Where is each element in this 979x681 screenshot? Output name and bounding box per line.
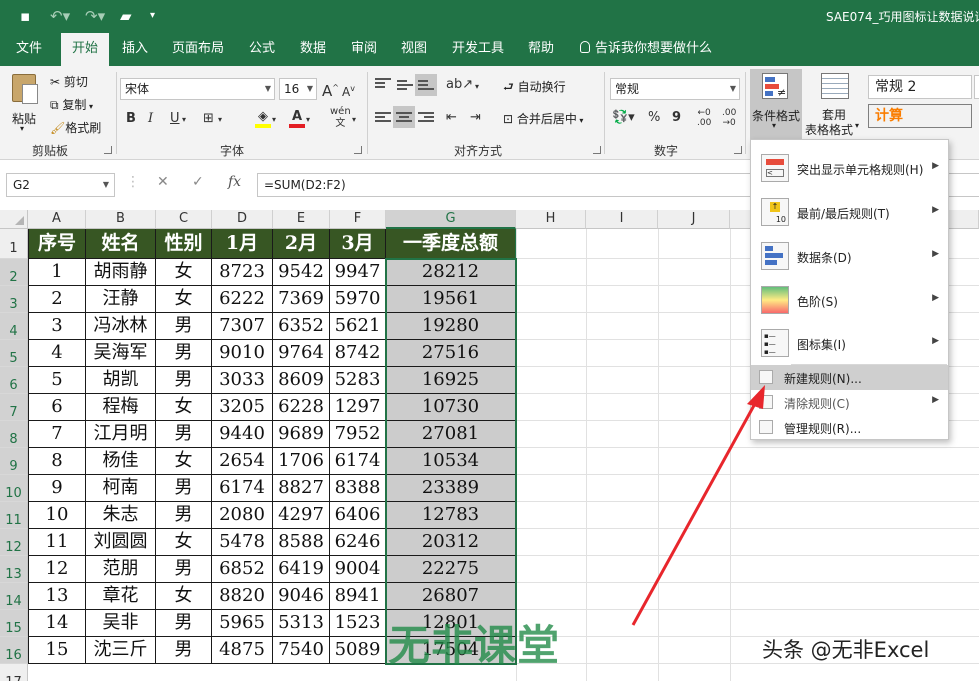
watermark-logo: 无非课堂 [388,621,561,670]
watermark-credit: 头条 @无非Excel [762,638,930,662]
red-arrow-annotation [631,385,765,626]
